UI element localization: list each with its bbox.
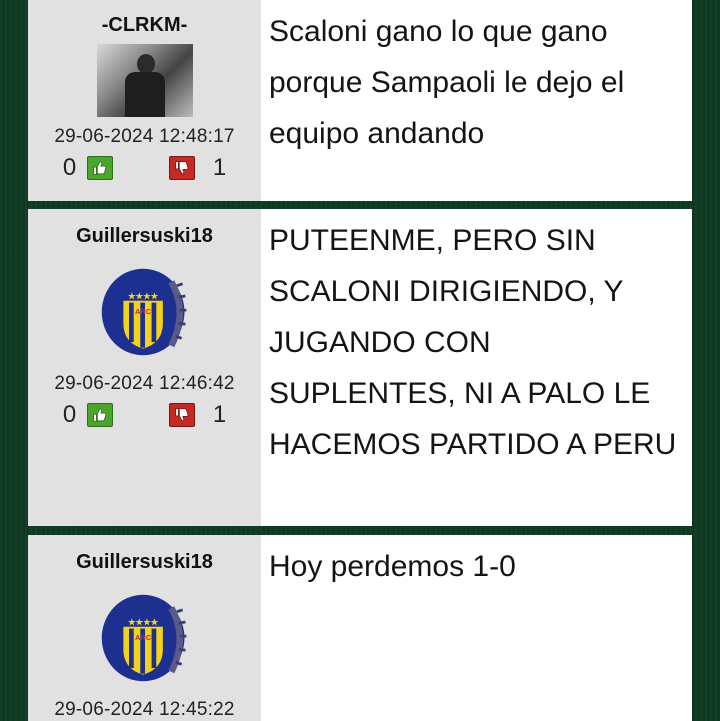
post-datetime: 29-06-2024 12:46:42 (54, 373, 235, 394)
rosario-central-crest-icon[interactable] (98, 591, 192, 685)
user-avatar[interactable] (96, 44, 193, 117)
post-datetime: 29-06-2024 12:48:17 (54, 126, 235, 147)
dislike-count: 1 (212, 154, 227, 181)
user-panel: -CLRKM- 29-06-2024 12:48:17 0 1 (28, 0, 261, 201)
comment-post: Guillersuski18 29-06-2024 12:45:22 Hoy p… (28, 535, 692, 721)
thumbs-down-icon[interactable] (168, 156, 195, 180)
rosario-central-crest-icon[interactable] (98, 265, 192, 359)
thumbs-down-icon[interactable] (168, 403, 195, 427)
thumbs-up-icon[interactable] (86, 403, 113, 427)
comment-post: Guillersuski18 29-06-2024 12:46:42 0 1 P… (28, 209, 692, 526)
thumbs-up-icon[interactable] (86, 156, 113, 180)
username[interactable]: Guillersuski18 (76, 225, 213, 247)
post-message: PUTEENME, PERO SIN SCALONI DIRIGIENDO, Y… (269, 224, 677, 461)
like-count: 0 (62, 401, 77, 428)
dislike-count: 1 (212, 401, 227, 428)
like-count: 0 (62, 154, 77, 181)
vote-bar: 0 1 (59, 154, 231, 182)
post-datetime: 29-06-2024 12:45:22 (54, 699, 235, 720)
post-message: Scaloni gano lo que gano porque Sampaoli… (269, 15, 625, 150)
post-message: Hoy perdemos 1-0 (269, 550, 516, 583)
username[interactable]: Guillersuski18 (76, 551, 213, 573)
comment-post: -CLRKM- 29-06-2024 12:48:17 0 1 Scaloni … (28, 0, 692, 201)
vote-bar: 0 1 (59, 401, 231, 429)
user-panel: Guillersuski18 29-06-2024 12:45:22 (28, 535, 261, 721)
username[interactable]: -CLRKM- (102, 14, 188, 36)
user-panel: Guillersuski18 29-06-2024 12:46:42 0 1 (28, 209, 261, 526)
